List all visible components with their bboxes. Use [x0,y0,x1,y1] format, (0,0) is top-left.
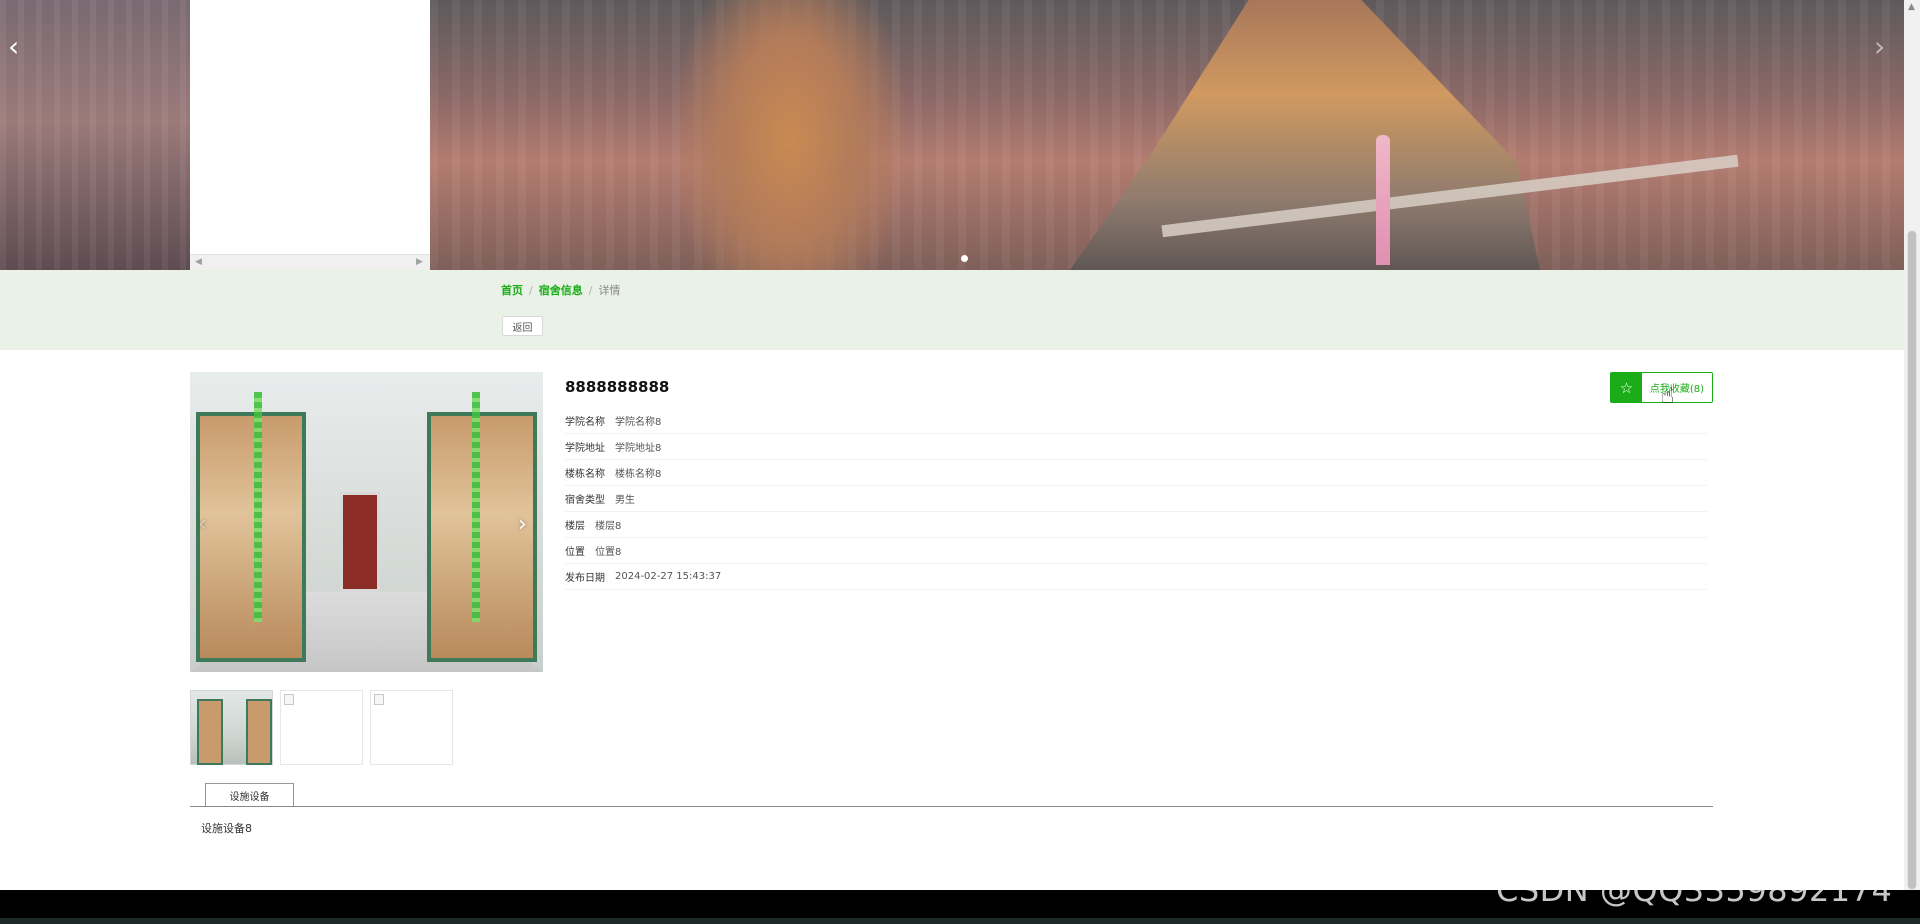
scroll-up-arrow-icon[interactable]: ▲ [1908,2,1915,12]
hero-banner: ◀ ▶ ‹ › [0,0,1904,270]
breadcrumb-current: 详情 [598,284,621,297]
info-label: 位置 [565,547,585,558]
info-list: 学院名称 学院名称8 学院地址 学院地址8 楼栋名称 楼栋名称8 宿舍类型 男生… [565,408,1707,590]
info-label: 楼层 [565,521,585,532]
star-outline-icon: ☆ [1611,373,1642,402]
info-row-location: 位置 位置8 [565,538,1707,564]
info-value: 学院名称8 [615,417,662,428]
info-row-publish-date: 发布日期 2024-02-27 15:43:37 [565,564,1707,590]
breadcrumb-category[interactable]: 宿舍信息 [539,282,583,298]
tab-facilities[interactable]: 设施设备 [205,783,294,807]
info-row-college-address: 学院地址 学院地址8 [565,434,1707,460]
thumbnail-list [190,690,453,765]
info-row-college-name: 学院名称 学院名称8 [565,408,1707,434]
favorite-button[interactable]: ☆ 点我收藏(8) [1610,372,1713,403]
info-label: 学院地址 [565,443,605,454]
photo-next-icon[interactable]: › [518,512,527,537]
info-value: 楼层8 [595,521,622,532]
photo-vine [254,392,262,622]
banner-image-left [0,0,190,270]
scroll-left-arrow-icon[interactable]: ◀ [195,257,202,267]
carousel-dot[interactable] [961,255,968,262]
main-photo: ‹ › [190,372,543,672]
breadcrumb-home[interactable]: 首页 [501,282,523,298]
broken-image-icon [374,694,384,705]
photo-bunk-left [196,412,306,662]
thumbnail-1[interactable] [190,690,273,765]
breadcrumb-separator: / [529,283,533,297]
photo-vine [472,392,480,622]
info-row-floor: 楼层 楼层8 [565,512,1707,538]
tab-content: 设施设备8 [201,822,252,835]
chevron-right-icon[interactable]: › [1874,30,1885,63]
info-value: 楼栋名称8 [615,469,662,480]
info-row-dorm-type: 宿舍类型 男生 [565,486,1707,512]
banner-white-panel: ◀ ▶ [190,0,430,270]
back-button[interactable]: 返回 [502,316,543,336]
info-label: 宿舍类型 [565,495,605,506]
info-label: 学院名称 [565,417,605,428]
watermark: CSDN @QQ3359892174 [1496,871,1893,909]
info-row-building-name: 楼栋名称 楼栋名称8 [565,460,1707,486]
info-label: 楼栋名称 [565,469,605,480]
info-label: 发布日期 [565,573,605,584]
banner-image-main [430,0,1904,270]
tower-scene [1376,135,1390,265]
favorite-label: 点我收藏(8) [1649,384,1705,395]
photo-bunk-right [427,412,537,662]
broken-image-icon [284,694,294,705]
scrollbar-thumb[interactable] [1907,230,1917,890]
breadcrumb: 首页 / 宿舍信息 / 详情 [501,282,620,298]
thumbnail-3[interactable] [370,690,453,765]
taskbar-strip [0,918,1920,924]
panel-scrollbar[interactable]: ◀ ▶ [190,254,430,270]
scroll-right-arrow-icon[interactable]: ▶ [416,257,423,267]
river-scene [1070,0,1540,270]
tab-divider [190,806,1713,807]
thumbnail-2[interactable] [280,690,363,765]
info-value: 2024-02-27 15:43:37 [615,571,722,582]
photo-prev-icon[interactable]: ‹ [198,512,207,537]
info-value: 位置8 [595,547,622,558]
info-value: 学院地址8 [615,443,662,454]
photo-door [340,492,380,592]
info-value: 男生 [615,495,635,506]
breadcrumb-strip [0,270,1904,350]
breadcrumb-separator: / [588,283,593,297]
detail-title: 8888888888 [565,378,670,396]
window-scrollbar[interactable]: ▲ [1904,0,1920,890]
chevron-left-icon[interactable]: ‹ [8,30,19,63]
